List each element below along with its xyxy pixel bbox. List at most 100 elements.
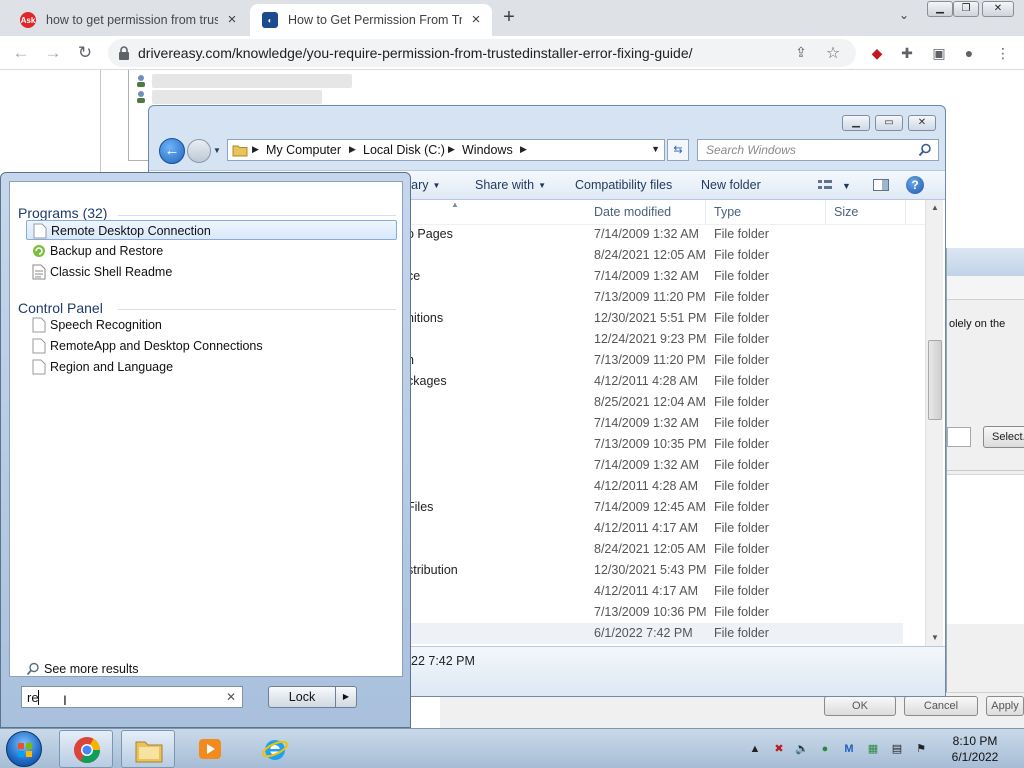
column-header-type[interactable]: Type [706, 200, 826, 224]
column-header-date-modified[interactable]: Date modified [586, 200, 706, 224]
programs-group-header[interactable]: Programs (32) [18, 205, 107, 221]
extension-red-icon[interactable]: ◆ [868, 44, 886, 62]
file-type: File folder [714, 227, 769, 241]
new-folder-button[interactable]: New folder [701, 178, 761, 192]
clock-time: 8:10 PM [952, 734, 998, 748]
volume-icon[interactable]: 🔈 [795, 742, 809, 756]
start-search-input[interactable]: re ✕ [21, 686, 243, 708]
breadcrumb-chevron-icon[interactable]: ▶ [520, 144, 527, 155]
address-bar[interactable]: drivereasy.com/knowledge/you-require-per… [108, 39, 856, 67]
forward-arrow-icon[interactable]: → [42, 42, 64, 64]
file-type: File folder [714, 479, 769, 493]
address-dropdown-icon[interactable]: ▼ [651, 144, 660, 154]
result-label: Remote Desktop Connection [51, 224, 211, 238]
tray-m-icon[interactable]: M [842, 742, 856, 756]
back-arrow-icon[interactable]: ← [10, 42, 32, 64]
result-remote-desktop-connection[interactable]: Remote Desktop Connection [26, 220, 397, 240]
tab-title: How to Get Permission From Trus [288, 13, 462, 27]
refresh-icon[interactable]: ⇆ [667, 139, 689, 161]
taskbar-clock[interactable]: 8:10 PM 6/1/2022 [944, 733, 1006, 765]
tray-network-icon[interactable]: ▦ [866, 742, 880, 756]
taskbar: ▲ ✖ 🔈 ● M ▦ ▤ ⚑ 8:10 PM 6/1/2022 [0, 728, 1024, 768]
taskbar-explorer-button[interactable] [121, 730, 175, 768]
power-options-arrow-icon[interactable]: ▶ [335, 686, 357, 708]
breadcrumb-my-computer[interactable]: My Computer [266, 143, 341, 157]
new-tab-button[interactable]: + [498, 7, 520, 29]
browser-toolbar: ← → ↻ drivereasy.com/knowledge/you-requi… [0, 36, 1024, 70]
view-dropdown-icon[interactable]: ▼ [842, 181, 851, 191]
taskbar-media-player-button[interactable] [183, 730, 237, 768]
reload-icon[interactable]: ↻ [74, 42, 96, 64]
file-date: 7/14/2009 1:32 AM [594, 269, 699, 283]
breadcrumb-local-disk[interactable]: Local Disk (C:) [363, 143, 445, 157]
compatibility-files-button[interactable]: Compatibility files [575, 178, 672, 192]
help-icon[interactable]: ? [906, 176, 924, 194]
share-with-menu[interactable]: Share with ▼ [475, 178, 546, 192]
tray-display-icon[interactable]: ▤ [890, 742, 904, 756]
cancel-button[interactable]: Cancel [904, 696, 978, 716]
back-arrow-icon[interactable]: ← [159, 138, 185, 164]
dialog-tab-strip [947, 276, 1024, 300]
column-header-size[interactable]: Size [826, 200, 906, 224]
file-name: ckages [407, 374, 447, 388]
taskbar-chrome-button[interactable] [59, 730, 113, 768]
forward-arrow-icon[interactable] [187, 139, 211, 163]
change-view-icon[interactable] [817, 177, 835, 193]
address-bar[interactable]: ▶ My Computer ▶ Local Disk (C:) ▶ Window… [227, 139, 665, 161]
file-list-scrollbar[interactable]: ▲ ▼ [925, 200, 943, 646]
result-region-and-language[interactable]: Region and Language [26, 357, 397, 377]
preview-pane-icon[interactable] [872, 177, 890, 193]
include-in-library-menu[interactable]: rary ▼ [407, 178, 440, 192]
lock-button[interactable]: Lock [268, 686, 336, 708]
breadcrumb-chevron-icon[interactable]: ▶ [349, 144, 356, 155]
action-center-flag-icon[interactable]: ⚑ [914, 742, 928, 756]
window-minimize-button[interactable]: ▁ [927, 1, 953, 17]
taskbar-ie-button[interactable] [247, 730, 301, 768]
breadcrumb-chevron-icon[interactable]: ▶ [448, 144, 455, 155]
breadcrumb-windows[interactable]: Windows [462, 143, 513, 157]
result-remoteapp-desktop-connections[interactable]: RemoteApp and Desktop Connections [26, 336, 397, 356]
show-hidden-icons-icon[interactable]: ▲ [748, 742, 762, 756]
explorer-maximize-button[interactable]: ▭ [875, 115, 903, 131]
tray-chrome-icon[interactable]: ● [818, 742, 832, 756]
tab-drivereasy[interactable]: ◐ How to Get Permission From Trus × [250, 4, 492, 36]
tab-search-chevron-icon[interactable]: ⌄ [893, 8, 915, 28]
tab-close-icon[interactable]: × [468, 12, 484, 28]
history-dropdown-icon[interactable]: ▼ [213, 146, 223, 156]
scroll-thumb[interactable] [928, 340, 942, 420]
bookmark-star-icon[interactable]: ☆ [824, 43, 842, 62]
object-name-field[interactable] [947, 427, 971, 447]
side-panel-icon[interactable]: ▣ [930, 44, 948, 62]
search-icon[interactable] [918, 143, 932, 157]
breadcrumb-chevron-icon[interactable]: ▶ [252, 144, 259, 155]
share-icon[interactable]: ⇪ [792, 44, 810, 62]
scroll-down-icon[interactable]: ▼ [926, 630, 944, 646]
apply-button[interactable]: Apply [986, 696, 1024, 716]
ok-button[interactable]: OK [824, 696, 896, 716]
result-classic-shell-readme[interactable]: Classic Shell Readme [26, 262, 397, 282]
menu-kebab-icon[interactable]: ⋮ [994, 44, 1012, 62]
explorer-search-input[interactable]: Search Windows [697, 139, 939, 161]
scroll-up-icon[interactable]: ▲ [926, 200, 944, 216]
start-button[interactable] [6, 731, 42, 767]
extensions-puzzle-icon[interactable]: ✚ [898, 44, 916, 62]
window-close-button[interactable]: ✕ [982, 1, 1014, 17]
document-icon [32, 338, 46, 354]
clear-search-icon[interactable]: ✕ [226, 690, 236, 704]
text-document-icon [32, 264, 46, 280]
window-restore-button[interactable]: ❐ [953, 1, 979, 17]
result-backup-and-restore[interactable]: Backup and Restore [26, 241, 397, 261]
explorer-close-button[interactable]: ✕ [908, 115, 936, 131]
file-date: 8/24/2021 12:05 AM [594, 542, 706, 556]
result-speech-recognition[interactable]: Speech Recognition [26, 315, 397, 335]
file-date: 4/12/2011 4:17 AM [594, 584, 699, 598]
tab-ask-search[interactable]: Ask how to get permission from trust × [8, 4, 248, 36]
file-row-selected[interactable]: 6/1/2022 7:42 PM File folder [407, 623, 903, 644]
tab-close-icon[interactable]: × [224, 12, 240, 28]
result-label: Speech Recognition [50, 318, 162, 332]
tray-security-icon[interactable]: ✖ [772, 742, 786, 756]
explorer-minimize-button[interactable]: ▁ [842, 115, 870, 131]
control-panel-group-header[interactable]: Control Panel [18, 300, 103, 316]
select-button[interactable]: Select... [983, 426, 1024, 448]
profile-avatar-icon[interactable]: ● [960, 44, 978, 62]
